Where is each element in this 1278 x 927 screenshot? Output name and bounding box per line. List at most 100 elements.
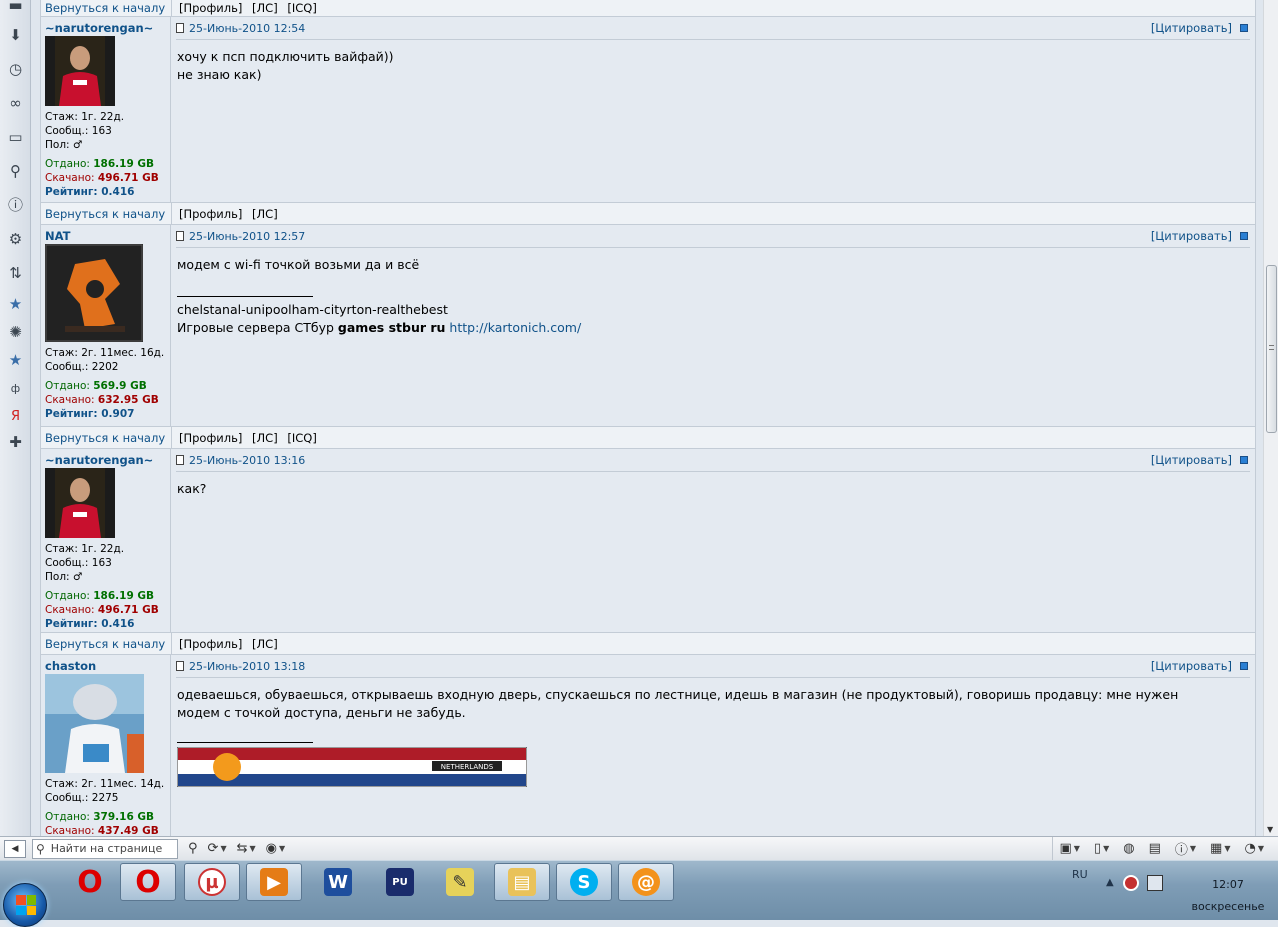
- scroll-down-arrow[interactable]: ▼: [1267, 825, 1273, 834]
- settings-icon[interactable]: ⚙: [6, 230, 25, 249]
- download-icon[interactable]: ⬇: [6, 26, 25, 45]
- icq-link[interactable]: [ICQ]: [287, 431, 316, 445]
- tag-icon[interactable]: ✎: [432, 863, 488, 901]
- network-icon[interactable]: ◍: [1123, 841, 1134, 856]
- profile-link[interactable]: [Профиль]: [179, 1, 242, 15]
- utorrent-tray-icon[interactable]: [1123, 875, 1139, 891]
- author-nick[interactable]: ~narutorengan~: [45, 21, 167, 35]
- icq-link[interactable]: [ICQ]: [287, 1, 316, 15]
- pm-link[interactable]: [ЛС]: [252, 207, 278, 221]
- pm-link[interactable]: [ЛС]: [252, 1, 278, 15]
- word-icon[interactable]: W: [310, 863, 366, 901]
- post-footer-bar: Вернуться к началу [Профиль] [ЛС]: [41, 202, 1255, 225]
- post-date[interactable]: 25-Июнь-2010 12:57: [189, 230, 305, 243]
- author-nick[interactable]: chaston: [45, 659, 167, 673]
- post-link-icon[interactable]: [176, 661, 184, 671]
- favorite-icon-2[interactable]: ★: [6, 351, 25, 370]
- post-link-icon[interactable]: [176, 231, 184, 241]
- utorrent-icon[interactable]: µ: [184, 863, 240, 901]
- yandex-icon[interactable]: Я: [6, 407, 25, 426]
- share-icon[interactable]: ⇆ ▼: [237, 841, 256, 856]
- mail-agent-icon[interactable]: @: [618, 863, 674, 901]
- page-scrollbar[interactable]: ▼: [1263, 0, 1278, 836]
- profile-link[interactable]: [Профиль]: [179, 431, 242, 445]
- back-to-top-link[interactable]: Вернуться к началу: [41, 427, 172, 448]
- forum-post: ~narutorengan~ Стаж: 1г. 22д. Сообщ.: 16…: [41, 17, 1255, 202]
- search-icon[interactable]: ⚲: [6, 162, 25, 181]
- downloaded-stat: Скачано: 437.49 GB: [45, 825, 159, 836]
- back-to-top-link[interactable]: Вернуться к началу: [41, 0, 172, 16]
- add-panel-icon[interactable]: ✚: [6, 433, 25, 452]
- quote-button[interactable]: [Цитировать]: [1151, 659, 1232, 673]
- post-date[interactable]: 25-Июнь-2010 12:54: [189, 22, 305, 35]
- skype-icon[interactable]: S: [556, 863, 612, 901]
- save-icon[interactable]: PU: [372, 863, 428, 901]
- select-post-checkbox[interactable]: [1240, 24, 1248, 32]
- select-post-checkbox[interactable]: [1240, 232, 1248, 240]
- browser-sidebar: ▬ ⬇ ◷ ∞ ▭ ⚲ ⓘ ⚙ ⇅ ★ ✺ ★ ф Я ✚: [0, 0, 31, 836]
- turbo-icon[interactable]: ◉ ▼: [266, 841, 286, 856]
- panel-icon[interactable]: ▤: [1149, 841, 1161, 856]
- images-toggle-icon[interactable]: ▣ ▼: [1059, 841, 1079, 856]
- info-icon[interactable]: ⓘ: [6, 196, 25, 215]
- opera-icon-2[interactable]: O: [120, 863, 176, 901]
- network-tray-icon[interactable]: [1147, 875, 1163, 891]
- scrollbar-thumb[interactable]: [1266, 265, 1277, 433]
- favorite-icon[interactable]: ★: [6, 295, 25, 314]
- post-link-icon[interactable]: [176, 455, 184, 465]
- profile-link[interactable]: [Профиль]: [179, 207, 242, 221]
- widgets-icon[interactable]: ▦ ▼: [1210, 841, 1230, 856]
- signature-link[interactable]: http://kartonich.com/: [449, 320, 581, 335]
- zoom-icon[interactable]: ◔ ▼: [1245, 841, 1265, 856]
- pm-link[interactable]: [ЛС]: [252, 431, 278, 445]
- author-stat: Стаж: 2г. 11мес. 16д.: [45, 347, 165, 359]
- signature-line: chelstanal-unipoolham-cityrton-realthebe…: [177, 302, 448, 317]
- post-link-icon[interactable]: [176, 23, 184, 33]
- reload-icon[interactable]: ⟳ ▼: [208, 841, 227, 856]
- links-icon[interactable]: ∞: [6, 94, 25, 113]
- author-avatar[interactable]: [45, 244, 143, 342]
- find-button-icon[interactable]: ⚲: [188, 841, 198, 856]
- author-nick[interactable]: NAT: [45, 229, 167, 243]
- post-content: 25-Июнь-2010 12:54 [Цитировать] хочу к п…: [171, 17, 1255, 202]
- toggle-panel-button[interactable]: ◀: [4, 839, 26, 858]
- rating-stat: Рейтинг: 0.416: [45, 618, 135, 630]
- forum-post: ~narutorengan~ Стаж: 1г. 22д. Сообщ.: 16…: [41, 449, 1255, 632]
- media-player-icon[interactable]: ▶: [246, 863, 302, 901]
- post-date[interactable]: 25-Июнь-2010 13:16: [189, 454, 305, 467]
- select-post-checkbox[interactable]: [1240, 662, 1248, 670]
- explorer-icon[interactable]: ▤: [494, 863, 550, 901]
- find-on-page-field[interactable]: ⚲ Найти на странице: [32, 838, 178, 859]
- quote-button[interactable]: [Цитировать]: [1151, 453, 1232, 467]
- author-avatar[interactable]: [45, 468, 115, 538]
- signature-banner: NETHERLANDS: [177, 747, 527, 787]
- quote-button[interactable]: [Цитировать]: [1151, 21, 1232, 35]
- info-icon[interactable]: ⓘ ▼: [1175, 839, 1196, 858]
- clock[interactable]: 12:07 воскресенье: [1188, 874, 1268, 918]
- notes-icon[interactable]: ▭: [6, 128, 25, 147]
- language-indicator[interactable]: RU: [1072, 868, 1088, 881]
- author-avatar[interactable]: [45, 674, 144, 773]
- page-icon[interactable]: ▯ ▼: [1094, 841, 1109, 856]
- browser-status-bar: ◀ ⚲ Найти на странице ⚲ ⟳ ▼ ⇆ ▼ ◉ ▼ ▣ ▼ ▯ ▼ ◍…: [0, 836, 1278, 860]
- back-to-top-link[interactable]: Вернуться к началу: [41, 203, 172, 224]
- select-post-checkbox[interactable]: [1240, 456, 1248, 464]
- bookmark-icon[interactable]: ▬: [6, 0, 25, 15]
- back-to-top-link[interactable]: Вернуться к началу: [41, 633, 172, 654]
- translate-icon[interactable]: ф: [6, 379, 25, 398]
- pm-link[interactable]: [ЛС]: [252, 637, 278, 651]
- post-date[interactable]: 25-Июнь-2010 13:18: [189, 660, 305, 673]
- transfers-icon[interactable]: ⇅: [6, 264, 25, 283]
- opera-icon[interactable]: O: [62, 863, 118, 901]
- author-avatar[interactable]: [45, 36, 115, 106]
- start-button[interactable]: [3, 883, 47, 927]
- forum-post: chaston Стаж: 2г. 11мес. 14д. Сообщ.: 22…: [41, 655, 1255, 836]
- show-hidden-icons-arrow[interactable]: ▲: [1106, 877, 1114, 888]
- quote-button[interactable]: [Цитировать]: [1151, 229, 1232, 243]
- post-text-line: модем с wi-fi точкой возьми да и всё: [177, 257, 420, 272]
- history-icon[interactable]: ◷: [6, 60, 25, 79]
- profile-link[interactable]: [Профиль]: [179, 637, 242, 651]
- author-nick[interactable]: ~narutorengan~: [45, 453, 167, 467]
- gear-icon[interactable]: ✺: [6, 323, 25, 342]
- author-stat: Сообщ.: 163: [45, 557, 112, 569]
